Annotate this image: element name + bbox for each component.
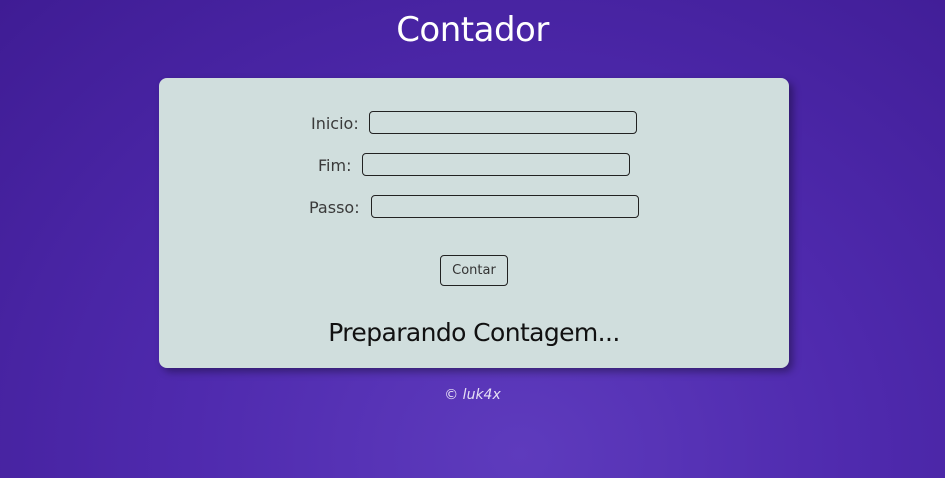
inicio-input[interactable] bbox=[369, 111, 637, 134]
counter-card: Inicio: Fim: Passo: Contar Preparando Co… bbox=[159, 78, 789, 368]
fim-input[interactable] bbox=[362, 153, 630, 176]
page-title: Contador bbox=[396, 10, 549, 50]
inicio-label: Inicio: bbox=[311, 113, 359, 133]
inicio-row: Inicio: bbox=[311, 111, 359, 135]
result-text: Preparando Contagem... bbox=[328, 318, 620, 347]
passo-row: Passo: bbox=[309, 195, 360, 219]
fim-label: Fim: bbox=[318, 155, 352, 175]
passo-input[interactable] bbox=[371, 195, 639, 218]
fim-row: Fim: bbox=[318, 153, 351, 177]
passo-label: Passo: bbox=[309, 197, 360, 217]
contar-button[interactable]: Contar bbox=[440, 255, 508, 286]
footer-credit: © luk4x bbox=[444, 387, 501, 403]
